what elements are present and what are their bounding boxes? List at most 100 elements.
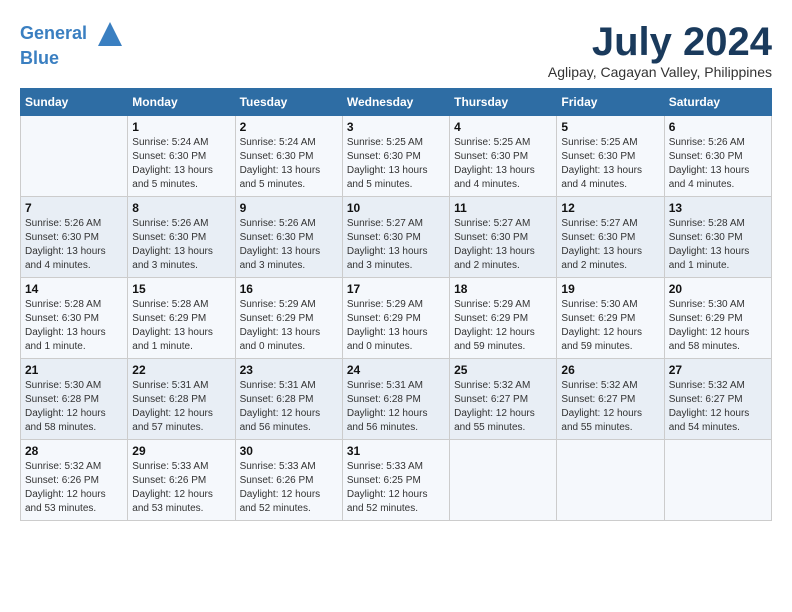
day-info: Sunrise: 5:25 AM Sunset: 6:30 PM Dayligh… xyxy=(454,136,552,192)
month-title: July 2024 xyxy=(548,20,772,64)
day-info: Sunrise: 5:31 AM Sunset: 6:28 PM Dayligh… xyxy=(132,379,230,435)
col-header-friday: Friday xyxy=(557,89,664,116)
page-header: General Blue July 2024 Aglipay, Cagayan … xyxy=(20,20,772,80)
day-cell: 28 Sunrise: 5:32 AM Sunset: 6:26 PM Dayli… xyxy=(21,440,128,521)
day-info: Sunrise: 5:24 AM Sunset: 6:30 PM Dayligh… xyxy=(132,136,230,192)
day-info: Sunrise: 5:31 AM Sunset: 6:28 PM Dayligh… xyxy=(240,379,338,435)
day-cell xyxy=(450,440,557,521)
day-info: Sunrise: 5:27 AM Sunset: 6:30 PM Dayligh… xyxy=(561,217,659,273)
day-info: Sunrise: 5:30 AM Sunset: 6:29 PM Dayligh… xyxy=(561,298,659,354)
day-number: 21 xyxy=(25,363,123,377)
day-cell: 13 Sunrise: 5:28 AM Sunset: 6:30 PM Dayli… xyxy=(664,197,771,278)
day-cell: 30Sunrise: 5:33 AM Sunset: 6:26 PM Dayli… xyxy=(235,440,342,521)
logo: General Blue xyxy=(20,20,124,70)
day-info: Sunrise: 5:29 AM Sunset: 6:29 PM Dayligh… xyxy=(240,298,338,354)
day-cell xyxy=(21,116,128,197)
day-number: 28 xyxy=(25,444,123,458)
day-cell: 5Sunrise: 5:25 AM Sunset: 6:30 PM Daylig… xyxy=(557,116,664,197)
day-number: 19 xyxy=(561,282,659,296)
day-number: 4 xyxy=(454,120,552,134)
day-number: 9 xyxy=(240,201,338,215)
calendar-table: SundayMondayTuesdayWednesdayThursdayFrid… xyxy=(20,88,772,521)
day-number: 26 xyxy=(561,363,659,377)
day-cell xyxy=(664,440,771,521)
col-header-sunday: Sunday xyxy=(21,89,128,116)
day-info: Sunrise: 5:30 AM Sunset: 6:29 PM Dayligh… xyxy=(669,298,767,354)
day-info: Sunrise: 5:33 AM Sunset: 6:25 PM Dayligh… xyxy=(347,460,445,516)
day-info: Sunrise: 5:26 AM Sunset: 6:30 PM Dayligh… xyxy=(240,217,338,273)
day-cell: 25 Sunrise: 5:32 AM Sunset: 6:27 PM Dayli… xyxy=(450,359,557,440)
location: Aglipay, Cagayan Valley, Philippines xyxy=(548,64,772,80)
day-number: 23 xyxy=(240,363,338,377)
day-info: Sunrise: 5:33 AM Sunset: 6:26 PM Dayligh… xyxy=(132,460,230,516)
day-cell: 24Sunrise: 5:31 AM Sunset: 6:28 PM Dayli… xyxy=(342,359,449,440)
col-header-monday: Monday xyxy=(128,89,235,116)
day-number: 15 xyxy=(132,282,230,296)
col-header-tuesday: Tuesday xyxy=(235,89,342,116)
day-info: Sunrise: 5:32 AM Sunset: 6:27 PM Dayligh… xyxy=(454,379,552,435)
day-cell: 14 Sunrise: 5:28 AM Sunset: 6:30 PM Dayli… xyxy=(21,278,128,359)
day-cell: 11 Sunrise: 5:27 AM Sunset: 6:30 PM Dayli… xyxy=(450,197,557,278)
day-cell: 19 Sunrise: 5:30 AM Sunset: 6:29 PM Dayli… xyxy=(557,278,664,359)
day-info: Sunrise: 5:25 AM Sunset: 6:30 PM Dayligh… xyxy=(347,136,445,192)
day-cell: 23 Sunrise: 5:31 AM Sunset: 6:28 PM Dayli… xyxy=(235,359,342,440)
day-info: Sunrise: 5:27 AM Sunset: 6:30 PM Dayligh… xyxy=(347,217,445,273)
day-cell: 9 Sunrise: 5:26 AM Sunset: 6:30 PM Daylig… xyxy=(235,197,342,278)
header-row: SundayMondayTuesdayWednesdayThursdayFrid… xyxy=(21,89,772,116)
day-number: 14 xyxy=(25,282,123,296)
day-number: 1 xyxy=(132,120,230,134)
day-cell: 18 Sunrise: 5:29 AM Sunset: 6:29 PM Dayli… xyxy=(450,278,557,359)
day-info: Sunrise: 5:28 AM Sunset: 6:30 PM Dayligh… xyxy=(25,298,123,354)
title-block: July 2024 Aglipay, Cagayan Valley, Phili… xyxy=(548,20,772,80)
day-info: Sunrise: 5:28 AM Sunset: 6:30 PM Dayligh… xyxy=(669,217,767,273)
day-number: 20 xyxy=(669,282,767,296)
day-number: 5 xyxy=(561,120,659,134)
logo-general: General xyxy=(20,23,87,43)
day-number: 10 xyxy=(347,201,445,215)
day-info: Sunrise: 5:26 AM Sunset: 6:30 PM Dayligh… xyxy=(25,217,123,273)
day-info: Sunrise: 5:26 AM Sunset: 6:30 PM Dayligh… xyxy=(132,217,230,273)
day-cell: 29Sunrise: 5:33 AM Sunset: 6:26 PM Dayli… xyxy=(128,440,235,521)
col-header-saturday: Saturday xyxy=(664,89,771,116)
day-number: 16 xyxy=(240,282,338,296)
day-cell: 17Sunrise: 5:29 AM Sunset: 6:29 PM Dayli… xyxy=(342,278,449,359)
day-info: Sunrise: 5:29 AM Sunset: 6:29 PM Dayligh… xyxy=(454,298,552,354)
day-number: 11 xyxy=(454,201,552,215)
day-info: Sunrise: 5:32 AM Sunset: 6:27 PM Dayligh… xyxy=(561,379,659,435)
week-row-1: 1 Sunrise: 5:24 AM Sunset: 6:30 PM Daylig… xyxy=(21,116,772,197)
day-cell: 4 Sunrise: 5:25 AM Sunset: 6:30 PM Daylig… xyxy=(450,116,557,197)
day-number: 22 xyxy=(132,363,230,377)
day-cell: 10 Sunrise: 5:27 AM Sunset: 6:30 PM Dayli… xyxy=(342,197,449,278)
logo-blue: Blue xyxy=(20,48,59,68)
day-cell: 22 Sunrise: 5:31 AM Sunset: 6:28 PM Dayli… xyxy=(128,359,235,440)
week-row-4: 21Sunrise: 5:30 AM Sunset: 6:28 PM Dayli… xyxy=(21,359,772,440)
day-info: Sunrise: 5:32 AM Sunset: 6:26 PM Dayligh… xyxy=(25,460,123,516)
day-cell: 26 Sunrise: 5:32 AM Sunset: 6:27 PM Dayli… xyxy=(557,359,664,440)
day-number: 8 xyxy=(132,201,230,215)
day-number: 2 xyxy=(240,120,338,134)
day-number: 17 xyxy=(347,282,445,296)
day-number: 30 xyxy=(240,444,338,458)
day-info: Sunrise: 5:24 AM Sunset: 6:30 PM Dayligh… xyxy=(240,136,338,192)
day-number: 6 xyxy=(669,120,767,134)
day-number: 31 xyxy=(347,444,445,458)
day-number: 7 xyxy=(25,201,123,215)
week-row-5: 28 Sunrise: 5:32 AM Sunset: 6:26 PM Dayli… xyxy=(21,440,772,521)
day-info: Sunrise: 5:32 AM Sunset: 6:27 PM Dayligh… xyxy=(669,379,767,435)
day-info: Sunrise: 5:26 AM Sunset: 6:30 PM Dayligh… xyxy=(669,136,767,192)
day-cell: 31 Sunrise: 5:33 AM Sunset: 6:25 PM Dayli… xyxy=(342,440,449,521)
day-cell: 1 Sunrise: 5:24 AM Sunset: 6:30 PM Daylig… xyxy=(128,116,235,197)
day-info: Sunrise: 5:31 AM Sunset: 6:28 PM Dayligh… xyxy=(347,379,445,435)
day-number: 18 xyxy=(454,282,552,296)
day-cell: 3Sunrise: 5:25 AM Sunset: 6:30 PM Daylig… xyxy=(342,116,449,197)
week-row-2: 7 Sunrise: 5:26 AM Sunset: 6:30 PM Daylig… xyxy=(21,197,772,278)
day-cell: 2 Sunrise: 5:24 AM Sunset: 6:30 PM Daylig… xyxy=(235,116,342,197)
week-row-3: 14 Sunrise: 5:28 AM Sunset: 6:30 PM Dayli… xyxy=(21,278,772,359)
day-number: 13 xyxy=(669,201,767,215)
day-cell xyxy=(557,440,664,521)
day-info: Sunrise: 5:27 AM Sunset: 6:30 PM Dayligh… xyxy=(454,217,552,273)
day-number: 12 xyxy=(561,201,659,215)
day-number: 25 xyxy=(454,363,552,377)
day-number: 27 xyxy=(669,363,767,377)
day-cell: 8 Sunrise: 5:26 AM Sunset: 6:30 PM Daylig… xyxy=(128,197,235,278)
